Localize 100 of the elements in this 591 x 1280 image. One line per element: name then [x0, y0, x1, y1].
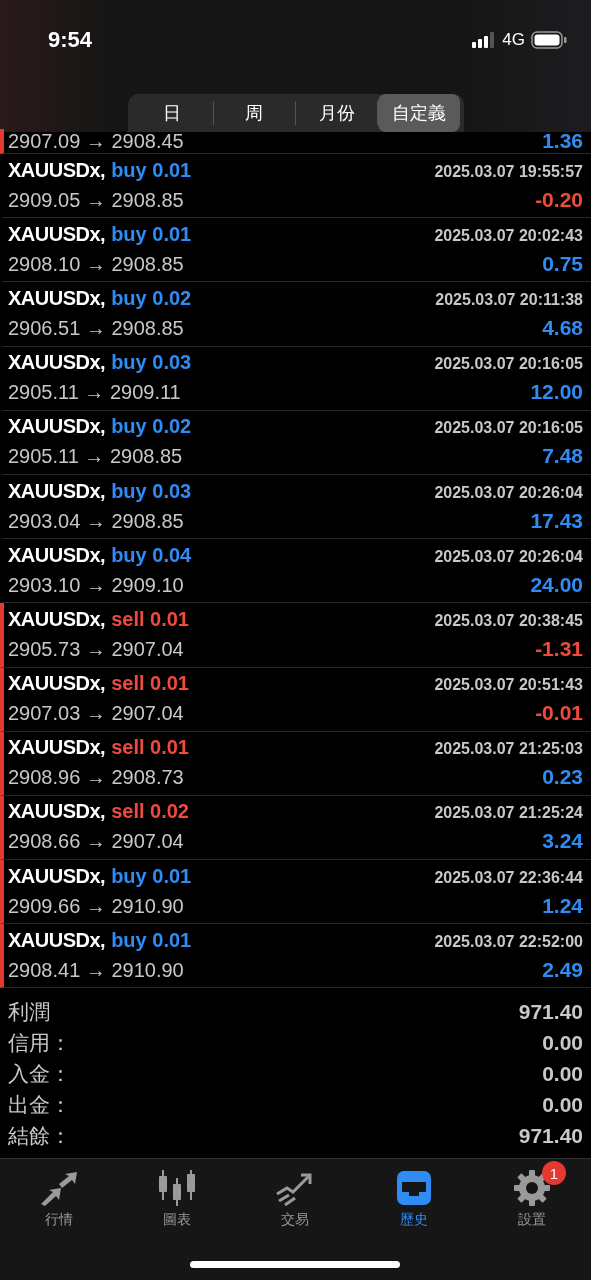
price-range: 2908.41 → 2910.90	[8, 958, 184, 982]
deal-time: 2025.03.07 22:36:44	[434, 868, 583, 887]
deal-time: 2025.03.07 20:16:05	[434, 419, 583, 438]
deal-time: 2025.03.07 22:52:00	[434, 932, 583, 951]
deal-order: buy 0.03	[111, 479, 192, 503]
deal-order: buy 0.02	[111, 286, 192, 310]
deal-row[interactable]: XAUUSDx, buy 0.01 2025.03.07 22:36:44 2909.66 → 2910.90 1.24	[0, 860, 591, 925]
price-range: 2908.66 → 2907.04	[8, 830, 184, 854]
network-label: 4G	[502, 29, 525, 50]
deal-symbol: XAUUSDx,	[8, 800, 106, 824]
inbox-icon	[395, 1170, 432, 1207]
deal-time: 2025.03.07 21:25:03	[434, 740, 583, 759]
deal-symbol: XAUUSDx,	[8, 864, 106, 888]
deal-row[interactable]: XAUUSDx, buy 0.01 2025.03.07 22:52:00 2908.41 → 2910.90 2.49	[0, 924, 591, 989]
price-range: 2907.03 → 2907.04	[8, 702, 184, 726]
deal-order: sell 0.01	[111, 736, 189, 760]
deal-order: buy 0.01	[111, 158, 192, 182]
deal-order: buy 0.01	[111, 928, 192, 952]
summary-value: 0.00	[542, 1092, 583, 1117]
profit-value: 4.68	[542, 315, 583, 340]
deal-symbol: XAUUSDx,	[8, 479, 106, 503]
profit-value: -1.31	[535, 636, 583, 661]
deal-order: sell 0.01	[111, 607, 189, 631]
deal-symbol: XAUUSDx,	[8, 607, 106, 631]
deal-time: 2025.03.07 20:38:45	[434, 611, 583, 630]
price-range: 2905.11 → 2908.85	[8, 445, 183, 469]
deal-symbol: XAUUSDx,	[8, 543, 106, 567]
deal-row[interactable]: XAUUSDx, buy 0.03 2025.03.07 20:26:04 2903.04 → 2908.85 17.43	[0, 474, 591, 540]
deal-row[interactable]: XAUUSDx, buy 0.02 2025.03.07 20:16:05 2905.11 → 2908.85 7.48	[0, 410, 591, 475]
deal-symbol: XAUUSDx,	[8, 672, 106, 696]
tab-bar-item[interactable]: 歷史	[363, 1159, 464, 1232]
summary-value: 0.00	[542, 1030, 583, 1055]
deal-symbol: XAUUSDx,	[8, 415, 106, 439]
period-tab[interactable]: 月份	[296, 94, 378, 132]
settings-icon	[513, 1170, 550, 1207]
deal-row[interactable]: XAUUSDx, sell 0.02 2025.03.07 21:25:24 2908.66 → 2907.04 3.24	[0, 795, 591, 861]
summary-label: 信用：	[8, 1029, 71, 1056]
deal-order: buy 0.04	[111, 543, 192, 567]
deal-time: 2025.03.07 20:16:05	[434, 355, 583, 374]
notification-badge: 1	[541, 1161, 566, 1186]
deal-time: 2025.03.07 20:02:43	[434, 226, 583, 245]
price-range: 2903.04 → 2908.85	[8, 509, 184, 533]
period-tab[interactable]: 日	[131, 94, 213, 132]
deal-row[interactable]: XAUUSDx, buy 0.04 2025.03.07 20:26:04 2903.10 → 2909.10 24.00	[0, 539, 591, 604]
profit-value: 0.75	[542, 251, 583, 276]
deal-time: 2025.03.07 19:55:57	[434, 162, 583, 181]
arrows-icon	[39, 1170, 80, 1207]
signal-icon	[472, 31, 497, 48]
deal-symbol: XAUUSDx,	[8, 928, 106, 952]
price-range: 2909.66 → 2910.90	[8, 894, 184, 918]
deal-row[interactable]: XAUUSDx, sell 0.01 2025.03.07 21:25:03 2908.96 → 2908.73 0.23	[0, 731, 591, 796]
summary-label: 出金：	[8, 1091, 71, 1118]
deal-row[interactable]: XAUUSDx, buy 0.02 2025.03.07 20:11:38 2906.51 → 2908.85 4.68	[0, 282, 591, 347]
tab-bar-item[interactable]: 行情	[9, 1159, 110, 1232]
deal-time: 2025.03.07 20:51:43	[434, 676, 583, 695]
profit-value: 24.00	[530, 572, 583, 597]
deal-row[interactable]: XAUUSDx, buy 0.03 2025.03.07 20:16:05 2905.11 → 2909.11 12.00	[0, 346, 591, 411]
profit-value: 12.00	[530, 380, 583, 405]
period-tab[interactable]: 周	[213, 94, 295, 132]
price-range: 2906.51 → 2908.85	[8, 316, 184, 340]
deal-row[interactable]: XAUUSDx, sell 0.01 2025.03.07 20:38:45 2905.73 → 2907.04 -1.31	[0, 603, 591, 668]
deal-symbol: XAUUSDx,	[8, 736, 106, 760]
deal-order: buy 0.01	[111, 222, 192, 246]
deal-order: buy 0.01	[111, 864, 192, 888]
summary-label: 結餘：	[8, 1122, 71, 1149]
deal-symbol: XAUUSDx,	[8, 286, 106, 310]
deal-order: buy 0.03	[111, 351, 192, 375]
deal-row[interactable]: XAUUSDx, buy 0.01 2025.03.07 19:55:57 2909.05 → 2908.85 -0.20	[0, 154, 591, 219]
price-range: 2907.09 → 2908.45	[8, 130, 184, 153]
profit-value: -0.01	[535, 701, 583, 726]
deal-order: sell 0.02	[111, 800, 189, 824]
profit-value: 1.24	[542, 893, 583, 918]
deal-row[interactable]: XAUUSDx, sell 0.01 2025.03.07 20:51:43 2907.03 → 2907.04 -0.01	[0, 667, 591, 732]
deal-order: sell 0.01	[111, 672, 189, 696]
summary-label: 入金：	[8, 1060, 71, 1087]
summary-value: 971.40	[518, 1123, 583, 1148]
tab-bar-item[interactable]: 1 設置	[481, 1159, 582, 1232]
deal-time: 2025.03.07 20:11:38	[435, 290, 583, 309]
tab-bar-item[interactable]: 交易	[245, 1159, 346, 1232]
deal-time: 2025.03.07 20:26:04	[434, 547, 583, 566]
price-range: 2903.10 → 2909.10	[8, 573, 184, 597]
profit-value: 7.48	[542, 444, 583, 469]
deal-symbol: XAUUSDx,	[8, 158, 106, 182]
price-range: 2908.10 → 2908.85	[8, 252, 184, 276]
deal-order: buy 0.02	[111, 415, 192, 439]
profit-value: -0.20	[535, 187, 583, 212]
deal-row[interactable]: XAUUSDx, buy 0.01 2025.03.07 20:02:43 2908.10 → 2908.85 0.75	[0, 218, 591, 283]
period-tab[interactable]: 自定義	[378, 94, 460, 132]
deal-time: 2025.03.07 21:25:24	[434, 804, 583, 823]
candlestick-icon	[158, 1170, 197, 1207]
deal-symbol: XAUUSDx,	[8, 351, 106, 375]
summary-value: 971.40	[518, 999, 583, 1024]
summary-label: 利潤	[8, 998, 50, 1025]
profit-value: 3.24	[542, 829, 583, 854]
price-range: 2905.11 → 2909.11	[8, 381, 181, 405]
profit-value: 2.49	[542, 957, 583, 982]
deal-time: 2025.03.07 20:26:04	[434, 483, 583, 502]
deal-symbol: XAUUSDx,	[8, 222, 106, 246]
tab-bar-item[interactable]: 圖表	[127, 1159, 228, 1232]
profit-value: 17.43	[530, 508, 583, 533]
